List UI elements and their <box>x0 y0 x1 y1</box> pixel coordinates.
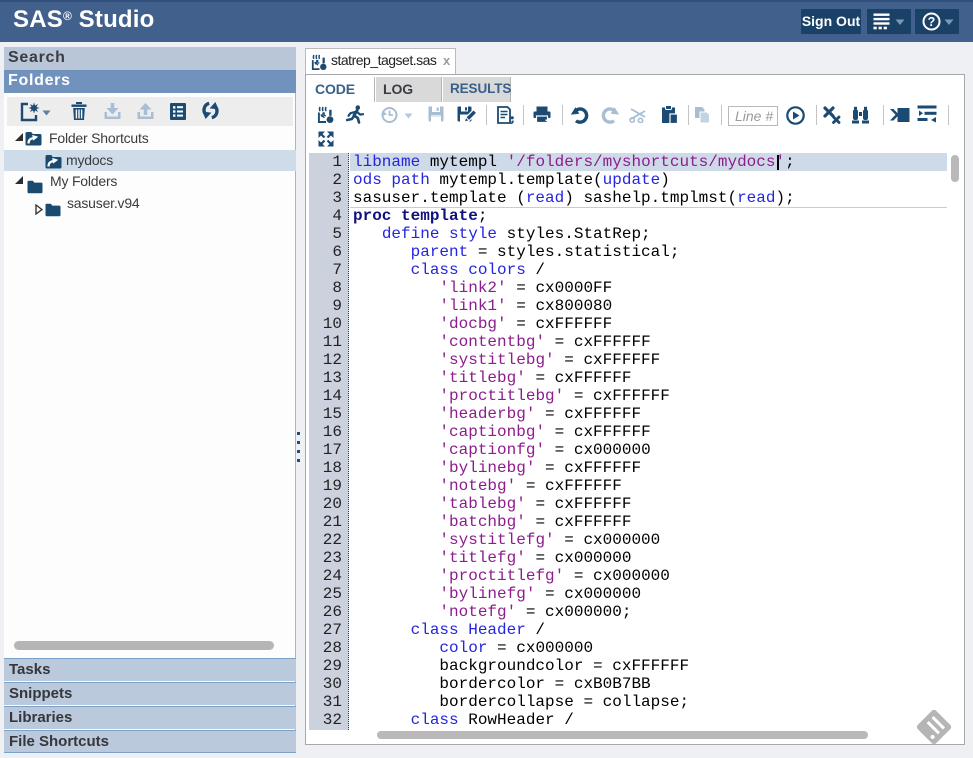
svg-text:?: ? <box>928 15 936 29</box>
